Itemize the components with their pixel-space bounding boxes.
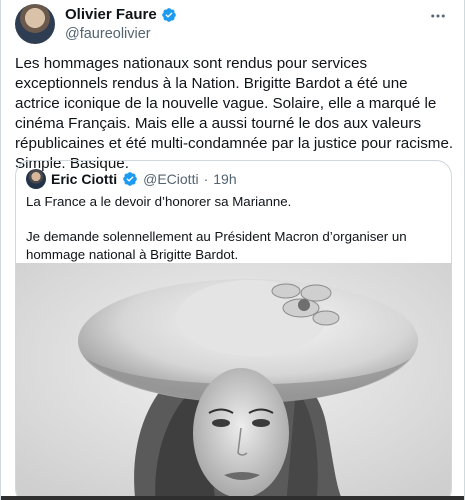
quoted-tweet-header: Eric Ciotti @ECiotti · 19h xyxy=(26,169,237,189)
quoted-author-avatar xyxy=(26,169,46,189)
tweet-card: Olivier Faure @faureolivier Les hommages… xyxy=(0,0,465,500)
tweet-text: Les hommages nationaux sont rendus pour … xyxy=(15,55,454,172)
quoted-paragraph: La France a le devoir d’honorer sa Maria… xyxy=(26,194,292,209)
author-display-name[interactable]: Olivier Faure xyxy=(65,6,157,24)
quoted-author-handle: @ECiotti xyxy=(143,171,199,187)
verified-badge-icon xyxy=(161,7,177,23)
quoted-timestamp: 19h xyxy=(213,171,237,187)
author-names: Olivier Faure @faureolivier xyxy=(65,6,177,44)
tweet-header: Olivier Faure @faureolivier xyxy=(1,0,464,52)
quoted-tweet[interactable]: Eric Ciotti @ECiotti · 19h La France a l… xyxy=(15,160,452,500)
author-avatar[interactable] xyxy=(15,4,55,44)
quoted-paragraph: Je demande solennellement au Président M… xyxy=(26,229,407,262)
quoted-author-display-name: Eric Ciotti xyxy=(51,171,118,187)
quoted-photo[interactable] xyxy=(16,263,451,500)
author-handle[interactable]: @faureolivier xyxy=(65,24,177,44)
quoted-separator: · xyxy=(203,171,209,187)
more-dots-icon[interactable] xyxy=(426,4,450,28)
verified-badge-icon xyxy=(122,171,138,187)
bottom-edge xyxy=(1,496,464,500)
